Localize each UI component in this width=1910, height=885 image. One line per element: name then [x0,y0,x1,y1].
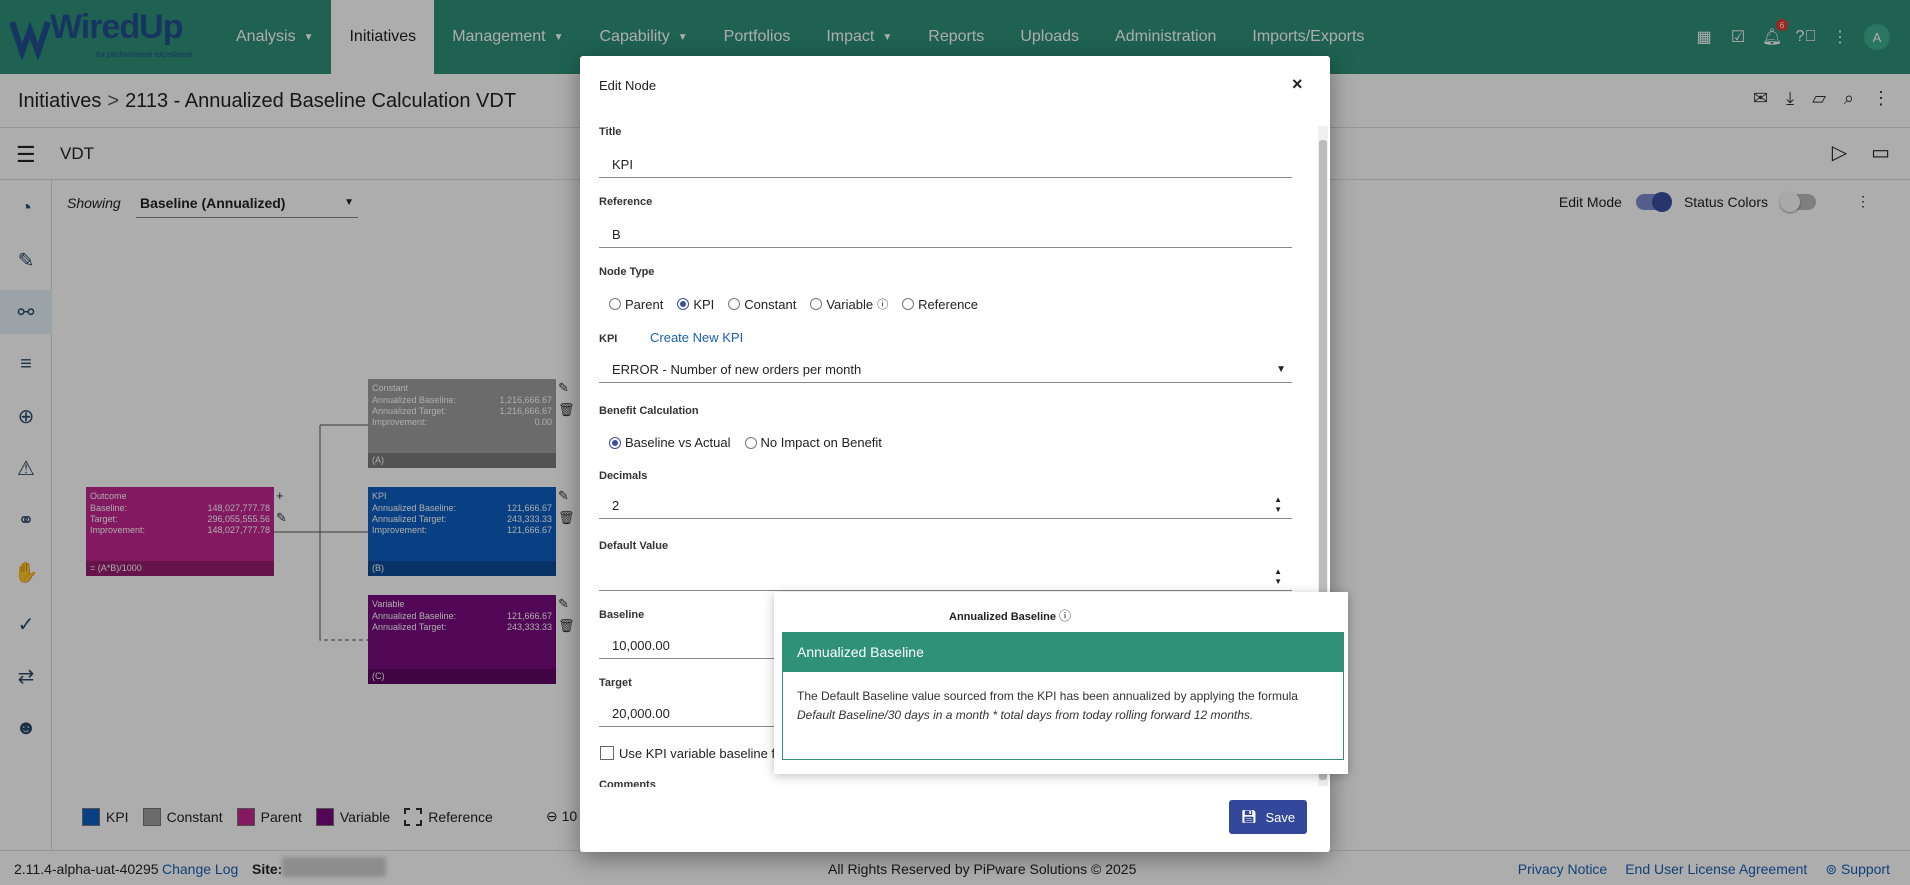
chevron-down-icon: ▼ [1276,364,1286,375]
kpi-label: KPI [599,333,618,345]
tooltip-body: The Default Baseline value sourced from … [797,687,1331,725]
modal-title: Edit Node [599,78,657,93]
radio-icon[interactable] [609,436,621,449]
radio-label: Reference [918,296,979,312]
benefit-radios: Baseline vs Actual No Impact on Benefit [609,435,882,450]
radio-label: Parent [625,296,664,312]
radio-icon[interactable] [728,298,741,310]
stepper-icon[interactable]: ▲ ▼ [1274,495,1282,515]
radio-icon[interactable] [677,298,690,310]
node-type-label: Node Type [599,266,655,278]
reference-input[interactable]: B [599,220,1292,248]
decimals-input[interactable]: 2 ▲ ▼ [599,491,1292,519]
create-kpi-link[interactable]: Create New KPI [650,330,743,345]
radio-label: Baseline vs Actual [625,435,731,450]
save-icon: 💾︎ [1240,809,1258,824]
tooltip-body-text: The Default Baseline value sourced from … [797,689,1298,703]
kpi-select[interactable]: ERROR - Number of new orders per month ▼ [599,355,1292,383]
use-kpi-variable-checkbox[interactable] [600,746,614,760]
default-value-label: Default Value [599,540,669,552]
title-label: Title [599,126,622,138]
baseline-label: Baseline [599,609,645,621]
decimals-label: Decimals [599,470,648,482]
save-label: Save [1265,809,1296,825]
default-value-input[interactable]: ▲ ▼ [599,563,1292,591]
close-icon[interactable]: × [1292,74,1303,95]
tooltip-heading-text: Annualized Baseline [949,611,1056,623]
radio-icon[interactable] [810,298,823,310]
radio-parent[interactable]: Parent [609,297,663,312]
reference-label: Reference [599,196,653,208]
radio-no-impact-on-benefit[interactable]: No Impact on Benefit [744,435,882,450]
tooltip-heading: Annualized Baseline ⓘ [949,607,1071,624]
radio-label: KPI [693,296,715,312]
stepper-icon[interactable]: ▲ ▼ [1274,567,1282,587]
info-icon[interactable]: ⓘ [1059,609,1071,623]
title-input[interactable]: KPI [599,150,1292,178]
radio-label: Variable [826,296,874,312]
info-icon[interactable]: ⓘ [877,296,888,312]
use-kpi-variable-label: Use KPI variable baseline fo [619,746,783,761]
tooltip-body-formula: Default Baseline/30 days in a month * to… [797,708,1254,722]
tooltip-title: Annualized Baseline [782,632,1344,672]
comments-label: Comments [599,779,656,787]
radio-label: Constant [744,296,797,312]
radio-icon[interactable] [609,298,621,310]
radio-label: No Impact on Benefit [760,435,882,450]
save-button[interactable]: 💾︎ Save [1229,800,1307,834]
target-label: Target [599,677,632,689]
radio-reference[interactable]: Reference [902,297,978,312]
decimals-value: 2 [612,498,620,513]
radio-kpi[interactable]: KPI [677,297,714,312]
radio-icon[interactable] [744,436,757,449]
radio-constant[interactable]: Constant [728,297,796,312]
kpi-select-value: ERROR - Number of new orders per month [612,362,862,377]
benefit-label: Benefit Calculation [599,405,699,417]
radio-icon[interactable] [902,298,915,310]
radio-baseline-vs-actual[interactable]: Baseline vs Actual [609,435,731,450]
node-type-radios: Parent KPI Constant Variable ⓘ Reference [609,296,978,312]
radio-variable[interactable]: Variable ⓘ [810,296,888,312]
